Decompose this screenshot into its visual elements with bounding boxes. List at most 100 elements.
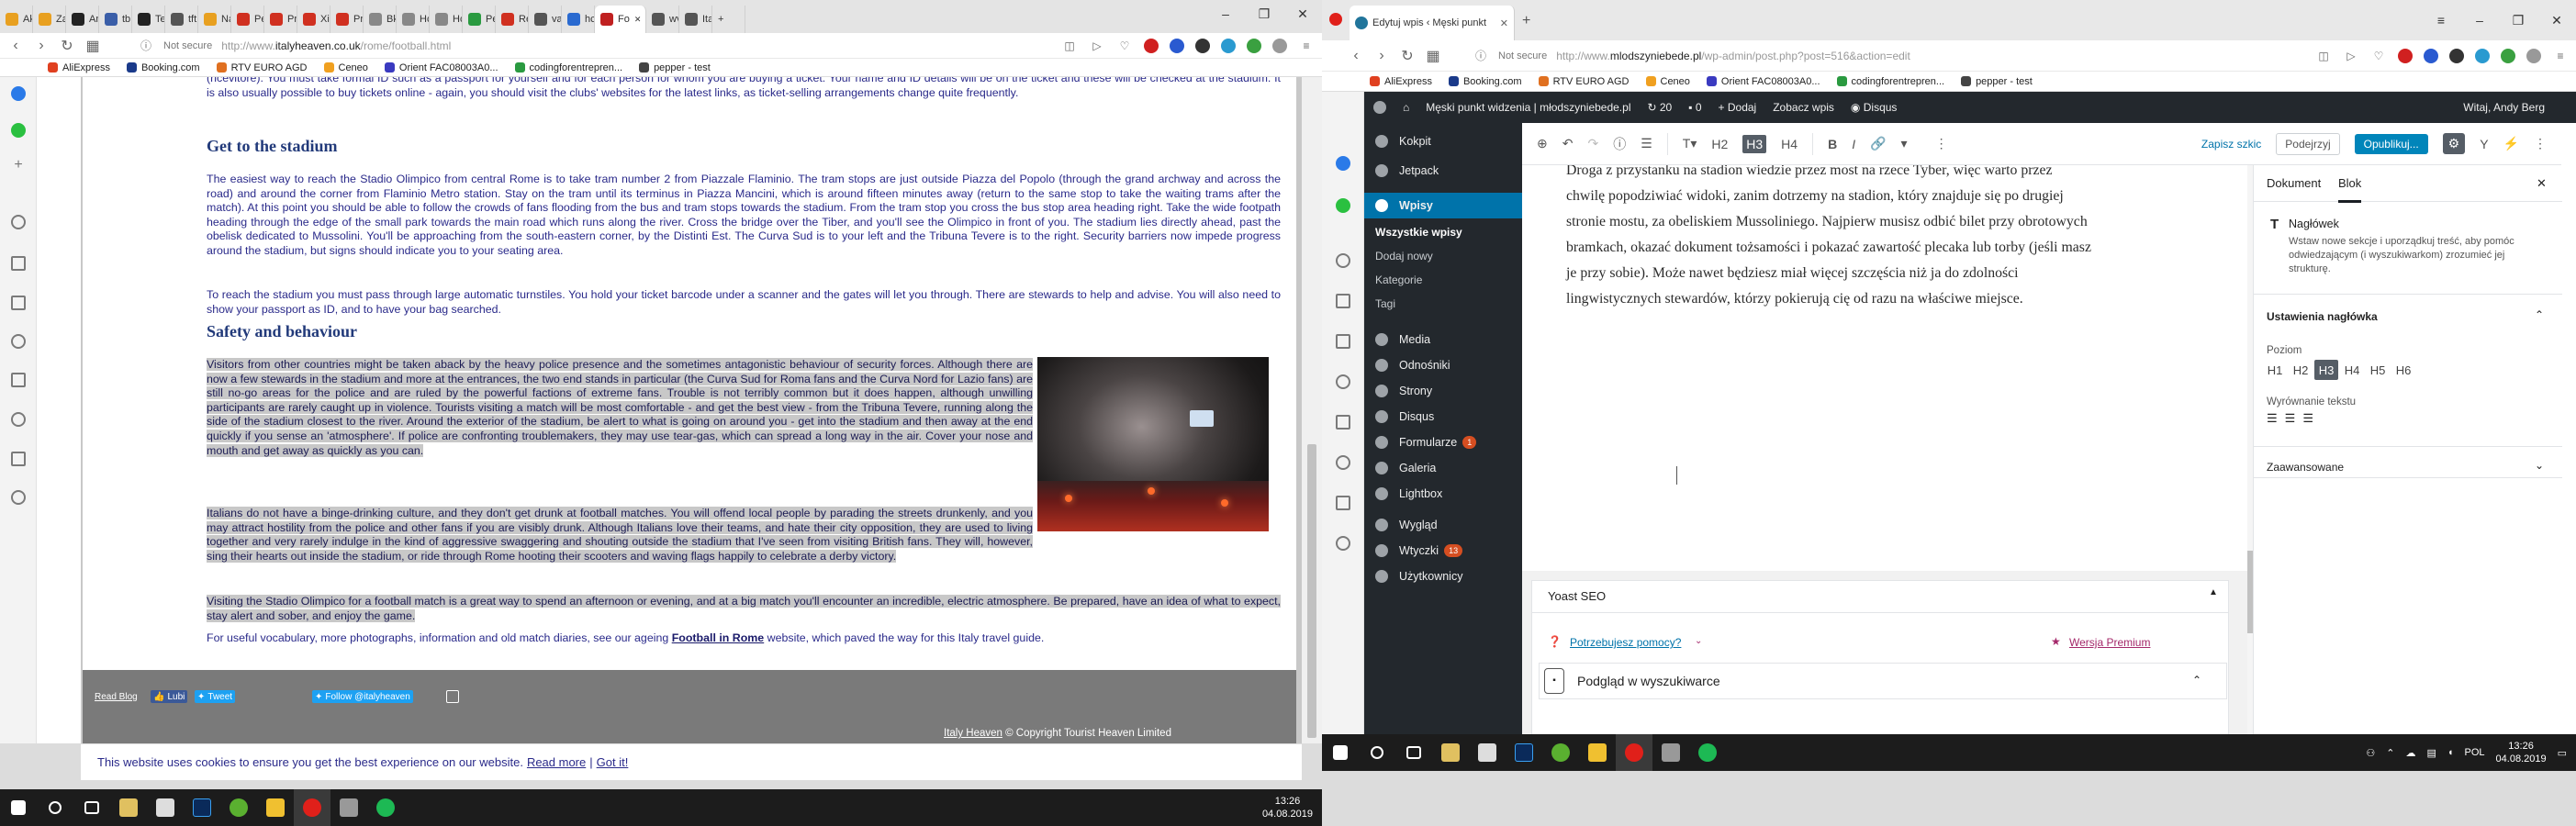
app-window-icon[interactable] [1652,734,1689,771]
wp-menu-lightbox[interactable]: Lightbox [1364,481,1513,507]
onedrive-icon[interactable]: ☁ [2405,747,2415,759]
speed-dial-icon[interactable] [1336,334,1350,349]
bold-icon[interactable]: B [1828,137,1837,151]
align-left-icon[interactable]: ☰ [2267,411,2278,433]
opera-taskbar-icon[interactable] [294,789,330,826]
send-panel-icon[interactable] [11,256,26,271]
bookmarks-heart-icon[interactable] [1336,374,1350,389]
tab-11[interactable]: Bk [364,6,397,33]
heading-block-icon[interactable]: T▾ [1683,136,1697,151]
mobile-preview-icon[interactable]: ▪ [1544,668,1564,694]
snippet-chevron-icon[interactable]: ⌃ [2192,674,2201,686]
file-explorer-icon[interactable] [257,789,294,826]
bookmarks-heart-icon[interactable] [11,334,26,349]
vpn-icon[interactable] [2475,48,2490,63]
minimize-icon[interactable]: – [2460,0,2499,40]
heading-level-h6-button[interactable]: H6 [2391,360,2415,380]
app-green-icon[interactable] [1542,734,1579,771]
network-icon[interactable]: ▤ [2426,747,2436,759]
tab-4[interactable]: Te [132,6,165,33]
search-icon[interactable] [11,215,26,229]
right-url-input[interactable]: http://www.mlodszyniebede.pl/wp-admin/po… [1556,50,1910,62]
wp-menu-forms[interactable]: Formularze 1 [1364,430,1513,455]
heading-level-h2-button[interactable]: H2 [2289,360,2313,380]
wp-menu-wpisy[interactable]: Wpisy [1364,193,1522,218]
close-sidebar-icon[interactable]: ✕ [2537,176,2547,191]
task-view-icon[interactable] [73,789,110,826]
collapse-arrow-icon[interactable]: ▲ [2209,587,2218,597]
publish-button[interactable]: Opublikuj... [2354,133,2428,154]
wp-menu-appearance[interactable]: Wygląd [1364,512,1513,538]
wp-menu-users[interactable]: Użytkownicy [1364,564,1513,589]
heading-settings-title[interactable]: Ustawienia nagłówka [2267,310,2378,323]
adblock-icon[interactable] [1144,38,1159,53]
extensions-icon[interactable] [1336,496,1350,510]
restore-icon[interactable]: ❐ [2499,0,2537,40]
preview-button[interactable]: Podejrzyj [2276,132,2340,155]
instagram-icon[interactable] [446,690,459,703]
volume-icon[interactable]: ◖ [2447,747,2454,758]
more-formats-icon[interactable]: ▾ [1901,136,1908,151]
opera-logo-icon[interactable] [1329,13,1342,26]
extension-blue-icon[interactable] [2424,48,2438,63]
tab-17[interactable]: hc [562,6,595,33]
taskbar-search-icon[interactable] [1359,734,1395,771]
tab-menu-icon[interactable]: ≡ [2422,0,2460,40]
spotify-icon[interactable] [1689,734,1726,771]
tab-12[interactable]: Hc [397,6,430,33]
save-draft-button[interactable]: Zapisz szkic [2201,138,2261,151]
heart-icon[interactable]: ♡ [1116,39,1133,52]
vpn-icon[interactable] [1221,38,1236,53]
store-icon[interactable] [110,789,147,826]
bookmark-item[interactable]: pepper - test [1961,76,2033,87]
restore-icon[interactable]: ❐ [1245,0,1283,28]
opera-taskbar-icon[interactable] [1616,734,1652,771]
right-clock[interactable]: 13:26 04.08.2019 [2496,740,2547,765]
messenger-icon[interactable] [11,86,26,101]
tab-10[interactable]: Pr [330,6,364,33]
jetpack-bolt-icon[interactable]: ⚡ [2503,136,2519,151]
history-icon[interactable] [1336,455,1350,470]
reload-icon[interactable]: ↻ [59,37,75,55]
wp-submenu-categories[interactable]: Kategorie [1375,273,1422,286]
bookmark-item[interactable]: codingforentrepren... [514,62,622,73]
tab-edit-post[interactable]: Edytuj wpis ‹ Męski punkt ✕ [1350,6,1515,40]
settings-collapse-icon[interactable]: ⌃ [2535,308,2544,321]
advanced-section[interactable]: Zaawansowane [2267,461,2344,474]
wp-submenu-all-posts[interactable]: Wszystkie wpisy [1375,226,1462,239]
redo-icon[interactable]: ↷ [1587,136,1598,151]
camera-icon[interactable]: ◫ [1061,39,1078,52]
camera-icon[interactable]: ◫ [2315,50,2332,62]
align-center-icon[interactable]: ☰ [2285,411,2296,433]
cookie-got-it-link[interactable]: Got it! [597,755,629,769]
extension-dark-icon[interactable] [2449,48,2464,63]
bookmark-item[interactable]: pepper - test [639,62,711,73]
tab-20[interactable]: Ita [679,6,712,33]
minimize-icon[interactable]: – [1206,0,1245,28]
left-url-input[interactable]: http://www.italyheaven.co.uk/rome/footba… [221,39,451,52]
italy-heaven-link[interactable]: Italy Heaven [944,728,1002,739]
mail-icon[interactable] [147,789,184,826]
wp-updates[interactable]: ↻ 20 [1647,101,1672,114]
settings-gear-icon[interactable] [1336,536,1350,551]
extensions-icon[interactable] [11,452,26,466]
tab-9[interactable]: Xi [297,6,330,33]
notifications-icon[interactable]: ▭ [2558,747,2567,759]
task-view-icon[interactable] [1395,734,1432,771]
follow-twitter-button[interactable]: ✦ Follow @italyheaven [312,690,413,703]
heading-level-h5-button[interactable]: H5 [2366,360,2390,380]
extension-dark-icon[interactable] [1195,38,1210,53]
outline-icon[interactable]: ☰ [1641,136,1652,151]
tabs-grid-icon[interactable]: ▦ [84,37,101,55]
cookie-read-more-link[interactable]: Read more [527,755,586,769]
yoast-title[interactable]: Yoast SEO [1548,589,1606,603]
wp-comments[interactable]: ▪ 0 [1688,101,1701,114]
new-tab-icon[interactable]: + [1522,13,1530,29]
news-icon[interactable] [1336,415,1350,430]
tab-7[interactable]: Pe [231,6,264,33]
tab-19[interactable]: wv [646,6,679,33]
wp-site-name[interactable]: Męski punkt widzenia | młodszyniebede.pl [1426,101,1630,114]
wp-menu-links[interactable]: Odnośniki [1364,352,1513,378]
mail-icon[interactable] [1469,734,1506,771]
tab-close-icon[interactable]: ✕ [1500,17,1508,29]
